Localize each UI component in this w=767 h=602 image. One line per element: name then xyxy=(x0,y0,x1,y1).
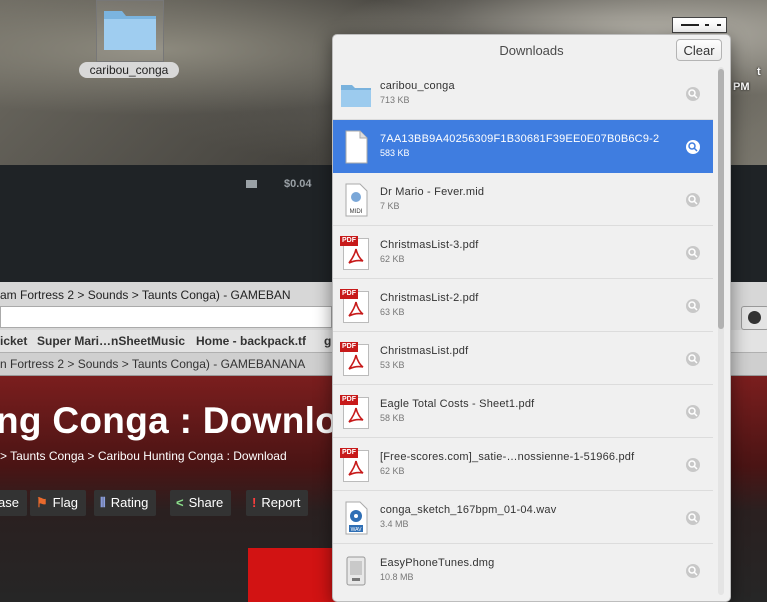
download-name: ChristmasList-3.pdf xyxy=(380,239,479,251)
download-item[interactable]: PDF Eagle Total Costs - Sheet1.pdf 58 KB xyxy=(333,385,713,438)
svg-text:WAV: WAV xyxy=(351,527,362,533)
midi-file-icon: MIDI xyxy=(345,183,368,217)
downloads-list: caribou_conga 713 KB 7AA13BB9A40256309F1… xyxy=(333,67,713,601)
folder-icon xyxy=(341,85,371,107)
reveal-in-finder-icon[interactable] xyxy=(686,405,700,419)
svg-text:MIDI: MIDI xyxy=(350,209,363,215)
scrollbar[interactable] xyxy=(718,67,724,595)
download-item[interactable]: 7AA13BB9A40256309F1B30681F39EE0E07B0B6C9… xyxy=(333,120,713,173)
bookmark-item[interactable]: icket xyxy=(0,334,27,348)
download-name: conga_sketch_167bpm_01-04.wav xyxy=(380,504,557,516)
rating-button[interactable]: ⦀ Rating xyxy=(94,490,157,516)
bookmark-item[interactable]: g xyxy=(324,334,331,348)
breadcrumb: > Taunts Conga > Caribou Hunting Conga :… xyxy=(0,449,287,463)
reveal-in-finder-icon[interactable] xyxy=(686,458,700,472)
folder-icon xyxy=(104,11,156,50)
download-item[interactable]: PDF ChristmasList-2.pdf 63 KB xyxy=(333,279,713,332)
pdf-file-icon: PDF xyxy=(340,289,372,323)
download-item[interactable]: PDF ChristmasList.pdf 53 KB xyxy=(333,332,713,385)
popover-title: Downloads xyxy=(499,43,564,58)
wav-file-icon: WAV xyxy=(345,501,368,535)
flag-icon: ⚑ xyxy=(36,495,48,510)
download-size: 7 KB xyxy=(380,201,400,211)
download-size: 62 KB xyxy=(380,466,405,476)
download-name: ChristmasList.pdf xyxy=(380,345,469,357)
reveal-in-finder-icon[interactable] xyxy=(686,511,700,525)
clear-button[interactable]: Clear xyxy=(676,39,722,61)
download-size: 713 KB xyxy=(380,95,410,105)
download-size: 62 KB xyxy=(380,254,405,264)
report-button-label: Report xyxy=(261,495,301,510)
download-name: caribou_conga xyxy=(380,80,455,92)
downloads-button[interactable] xyxy=(741,306,767,330)
reveal-in-finder-icon[interactable] xyxy=(686,299,700,313)
bookmark-item[interactable]: Home - backpack.tf xyxy=(196,334,306,348)
tab-active[interactable]: n Fortress 2 > Sounds > Taunts Conga) - … xyxy=(0,357,305,371)
share-button-label: Share xyxy=(188,495,224,510)
share-button[interactable]: < Share xyxy=(170,490,232,516)
pdf-file-icon: PDF xyxy=(340,448,372,482)
download-name: Dr Mario - Fever.mid xyxy=(380,186,485,198)
address-bar[interactable] xyxy=(0,306,332,328)
download-item[interactable]: caribou_conga 713 KB xyxy=(333,67,713,120)
page-button-label: ase xyxy=(0,495,19,510)
scrollbar-thumb[interactable] xyxy=(718,69,724,329)
pdf-file-icon: PDF xyxy=(340,342,372,376)
download-item[interactable]: WAV conga_sketch_167bpm_01-04.wav 3.4 MB xyxy=(333,491,713,544)
download-size: 53 KB xyxy=(380,360,405,370)
download-size: 63 KB xyxy=(380,307,405,317)
disk-image-icon xyxy=(346,556,366,586)
pdf-file-icon: PDF xyxy=(340,395,372,429)
mail-icon[interactable] xyxy=(246,180,257,188)
reveal-in-finder-icon[interactable] xyxy=(686,193,700,207)
download-size: 10.8 MB xyxy=(380,572,414,582)
share-icon: < xyxy=(176,495,184,510)
download-name: Eagle Total Costs - Sheet1.pdf xyxy=(380,398,535,410)
download-name: ChristmasList-2.pdf xyxy=(380,292,479,304)
page-title: ng Conga : Downloa xyxy=(0,400,360,441)
pdf-file-icon: PDF xyxy=(340,236,372,270)
desktop-text: PM xyxy=(733,81,750,93)
rating-icon: ⦀ xyxy=(100,495,106,510)
battery-icon[interactable] xyxy=(672,17,727,33)
report-button[interactable]: ! Report xyxy=(246,490,309,516)
download-icon xyxy=(748,311,761,324)
reveal-in-finder-icon[interactable] xyxy=(686,246,700,260)
flag-button-label: Flag xyxy=(52,495,78,510)
bookmark-item[interactable]: Super Mari…nSheetMusic xyxy=(37,334,185,348)
download-item[interactable]: PDF [Free-scores.com]_satie-…nossienne-1… xyxy=(333,438,713,491)
desktop-folder-label[interactable]: caribou_conga xyxy=(79,62,179,78)
desktop-text: t xyxy=(757,66,761,78)
download-item[interactable]: PDF ChristmasList-3.pdf 62 KB xyxy=(333,226,713,279)
reveal-in-finder-icon[interactable] xyxy=(686,352,700,366)
download-item[interactable]: MIDI Dr Mario - Fever.mid 7 KB xyxy=(333,173,713,226)
download-size: 58 KB xyxy=(380,413,405,423)
download-name: EasyPhoneTunes.dmg xyxy=(380,557,495,569)
reveal-in-finder-icon[interactable] xyxy=(686,564,700,578)
download-name: [Free-scores.com]_satie-…nossienne-1-519… xyxy=(380,451,635,463)
page-button[interactable]: ase xyxy=(0,490,27,516)
desktop-folder[interactable] xyxy=(96,0,164,62)
reveal-in-finder-icon[interactable] xyxy=(686,87,700,101)
download-name: 7AA13BB9A40256309F1B30681F39EE0E07B0B6C9… xyxy=(380,133,660,145)
rating-button-label: Rating xyxy=(110,495,149,510)
reveal-in-finder-icon[interactable] xyxy=(686,140,700,154)
download-size: 583 KB xyxy=(380,148,410,158)
flag-button[interactable]: ⚑ Flag xyxy=(30,490,86,516)
downloads-popover: Downloads Clear caribou_conga 713 KB 7AA… xyxy=(332,34,731,602)
document-icon xyxy=(345,130,368,164)
download-item[interactable]: EasyPhoneTunes.dmg 10.8 MB xyxy=(333,544,713,597)
window-title: am Fortress 2 > Sounds > Taunts Conga) -… xyxy=(0,288,291,302)
alert-icon: ! xyxy=(252,495,257,510)
download-size: 3.4 MB xyxy=(380,519,409,529)
wallet-balance: $0.04 xyxy=(284,178,312,190)
